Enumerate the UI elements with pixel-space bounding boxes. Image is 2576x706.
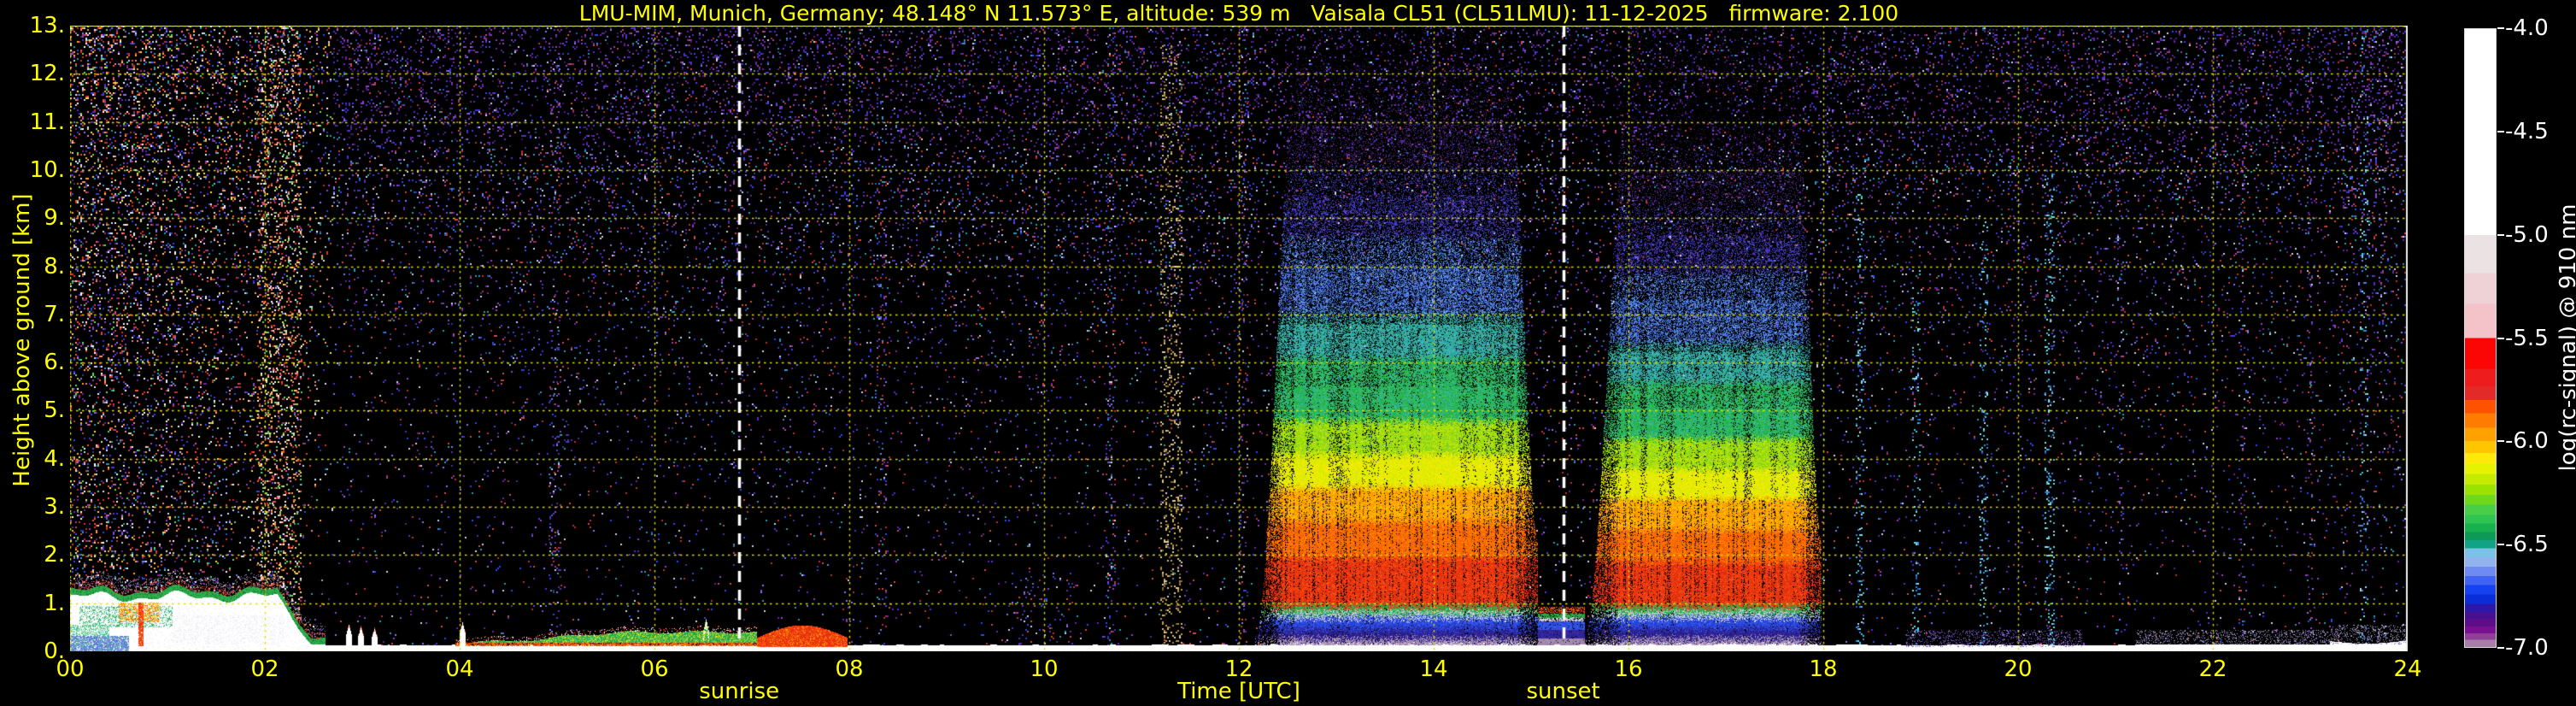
y-tick-label: 7. [0, 302, 65, 327]
x-axis-label: Time [UTC] [70, 679, 2408, 704]
x-tick-label: 02 [226, 656, 303, 682]
x-tick-label: 14 [1395, 656, 1472, 682]
y-tick-label: 11. [0, 109, 65, 135]
y-tick-label: 13. [0, 13, 65, 38]
y-tick-label: 3. [0, 494, 65, 520]
x-tick-label: 12 [1200, 656, 1277, 682]
ceilometer-quicklook: LMU-MIM, Munich, Germany; 48.148° N 11.5… [0, 0, 2576, 706]
y-tick-label: 5. [0, 397, 65, 423]
y-tick-label: 2. [0, 542, 65, 568]
heatmap-plot-area [70, 26, 2408, 651]
colorbar-tick-label: -4.0 [2505, 15, 2573, 41]
colorbar-tick-label: -6.5 [2505, 532, 2573, 557]
y-tick-label: 9. [0, 205, 65, 231]
y-tick-label: 6. [0, 350, 65, 375]
colorbar-tick-label: -7.0 [2505, 635, 2573, 661]
page-title: LMU-MIM, Munich, Germany; 48.148° N 11.5… [70, 1, 2408, 26]
x-tick-label: 04 [421, 656, 498, 682]
y-tick-label: 10. [0, 157, 65, 183]
colorbar-tick-mark [2497, 440, 2504, 442]
sun-event-label: sunrise [671, 679, 807, 704]
colorbar [2464, 28, 2497, 648]
y-tick-label: 1. [0, 591, 65, 616]
x-tick-label: 00 [32, 656, 109, 682]
y-tick-label: 4. [0, 446, 65, 472]
colorbar-tick-mark [2497, 234, 2504, 236]
x-tick-label: 10 [1006, 656, 1083, 682]
colorbar-label: log(rc-signal) @ 910 nm [2555, 167, 2576, 509]
colorbar-tick-mark [2497, 647, 2504, 649]
y-tick-label: 8. [0, 254, 65, 279]
x-tick-label: 08 [811, 656, 888, 682]
colorbar-tick-mark [2497, 338, 2504, 339]
sun-event-label: sunset [1495, 679, 1632, 704]
x-tick-label: 20 [1980, 656, 2057, 682]
colorbar-tick-label: -4.5 [2505, 119, 2573, 144]
x-tick-label: 22 [2174, 656, 2251, 682]
colorbar-tick-mark [2497, 27, 2504, 29]
colorbar-tick-mark [2497, 544, 2504, 545]
x-tick-label: 18 [1785, 656, 1862, 682]
y-tick-label: 12. [0, 61, 65, 86]
x-tick-label: 24 [2369, 656, 2446, 682]
colorbar-tick-mark [2497, 131, 2504, 132]
